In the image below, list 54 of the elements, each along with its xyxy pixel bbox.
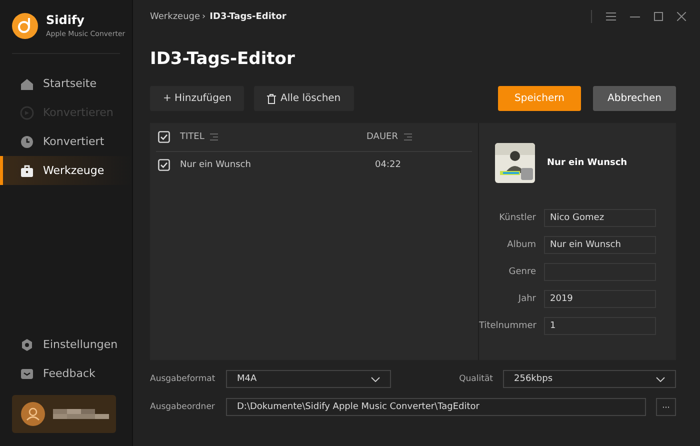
nav-item[interactable]: Feedback <box>0 359 132 388</box>
field-label: Jahr <box>516 294 536 304</box>
input-field[interactable]: Nur ein Wunsch <box>544 236 656 254</box>
app-name: Sidify <box>46 13 86 27</box>
breadcrumb-current: ID3-Tags-Editor <box>210 12 286 22</box>
table-cell-text: Nur ein Wunsch <box>180 160 252 170</box>
column-header[interactable]: TITEL <box>180 132 204 142</box>
nav-item[interactable]: Startseite <box>0 69 132 98</box>
field-label: Ausgabeformat <box>150 374 216 384</box>
mail-icon <box>20 366 34 380</box>
folder-field[interactable]: D:\Dokumente\Sidify Apple Music Converter\TagEditor <box>226 398 646 416</box>
chevron-icon <box>371 376 380 382</box>
column-header[interactable]: DAUER <box>366 132 398 142</box>
format-dropdown[interactable]: M4A <box>226 370 391 388</box>
field-label: Album <box>506 240 536 250</box>
clear-all-button[interactable]: Alle löschen <box>254 86 354 111</box>
nav-item[interactable]: Konvertiert <box>0 127 132 156</box>
cancel-button[interactable]: Abbrechen <box>593 86 676 111</box>
chevron-icon <box>656 376 665 382</box>
settings-icon <box>20 338 34 352</box>
user-card[interactable] <box>12 395 116 433</box>
checkbox[interactable] <box>158 159 170 171</box>
menu-icon[interactable] <box>606 12 616 21</box>
redacted-name-drawing <box>53 409 109 419</box>
input-field[interactable]: Nico Gomez <box>544 208 656 226</box>
breadcrumb-separator-icon: › <box>202 12 206 22</box>
browse-button[interactable]: ··· <box>656 398 676 416</box>
maximize-icon[interactable] <box>654 12 663 21</box>
trash-icon <box>267 94 276 104</box>
toolbox-icon <box>20 164 34 178</box>
track-title: Nur ein Wunsch <box>547 158 628 168</box>
field-label: Titelnummer <box>479 320 536 330</box>
nav-item[interactable]: Einstellungen <box>0 330 132 359</box>
sort-icon[interactable] <box>404 133 412 141</box>
sort-icon[interactable] <box>210 133 218 141</box>
logo-icon <box>12 13 38 39</box>
field-label: Qualität <box>459 374 493 384</box>
field-label: Ausgabeordner <box>150 402 216 412</box>
circle-icon <box>20 106 34 120</box>
minimize-icon[interactable] <box>630 16 640 18</box>
checkbox[interactable] <box>158 131 170 143</box>
field-label: Genre <box>508 266 536 276</box>
input-field[interactable]: 1 <box>544 316 656 334</box>
add-button[interactable]: + Hinzufügen <box>150 86 244 111</box>
home-icon <box>20 76 34 90</box>
breadcrumb-link[interactable]: Werkzeuge <box>150 12 200 22</box>
clock-icon <box>20 134 34 148</box>
page-title: ID3-Tags-Editor <box>150 49 296 69</box>
quality-dropdown[interactable]: 256kbps <box>503 370 676 388</box>
table-cell: 04:22 <box>375 160 401 170</box>
input-field[interactable]: 2019 <box>544 290 656 308</box>
close-icon[interactable] <box>677 12 686 21</box>
avatar-icon <box>21 402 45 426</box>
field-label: Künstler <box>498 212 536 222</box>
